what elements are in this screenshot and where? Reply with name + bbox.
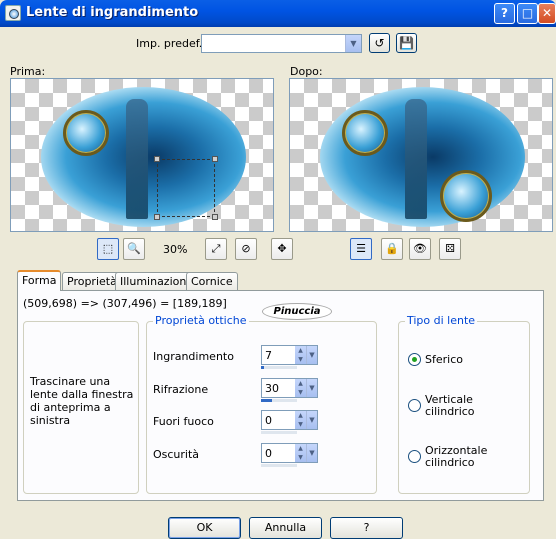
lens-type-group: Tipo di lente Sferico Verticale cilindri… [398, 314, 530, 494]
after-preview [289, 78, 553, 232]
spin-arrows-icon[interactable]: ▲ ▼ [295, 346, 306, 364]
before-preview-label: Prima: [10, 65, 46, 78]
reset-preset-icon[interactable]: ↺ [369, 33, 390, 53]
chevron-down-icon[interactable]: ▼ [306, 444, 317, 462]
selection-handle[interactable] [154, 214, 160, 220]
lens-list[interactable]: Trascinare una lente dalla finestra di a… [23, 321, 139, 494]
coordinates-readout: (509,698) => (307,496) = [189,189] [23, 297, 227, 310]
refraction-value: 30 [265, 382, 279, 395]
darkness-value: 0 [265, 447, 272, 460]
preset-select[interactable]: ▼ [201, 34, 362, 53]
preset-label: Imp. predef.: [136, 37, 206, 50]
statue-shape [405, 99, 427, 219]
zoom-in-icon[interactable]: 🔍 [123, 238, 145, 260]
eye-icon[interactable]: 👁 [409, 238, 431, 260]
tab-cornice[interactable]: Cornice [186, 272, 238, 290]
selection-handle[interactable] [212, 156, 218, 162]
blur-value: 0 [265, 414, 272, 427]
selection-handle[interactable] [212, 214, 218, 220]
magnification-field[interactable]: 7 ▲ ▼ ▼ [261, 345, 318, 365]
fit-window-icon[interactable]: ⤢ [205, 238, 227, 260]
spin-arrows-icon[interactable]: ▲ ▼ [295, 379, 306, 397]
magnification-value: 7 [265, 349, 272, 362]
chevron-down-icon[interactable]: ▼ [306, 346, 317, 364]
ok-button[interactable]: OK [168, 517, 241, 539]
maximize-icon[interactable]: □ [517, 3, 538, 24]
radio-horizontal-cylindrical-label[interactable]: Orizzontale cilindrico [425, 445, 525, 469]
cancel-button[interactable]: Annulla [249, 517, 322, 539]
chevron-down-icon[interactable]: ▼ [306, 411, 317, 429]
before-preview[interactable] [10, 78, 274, 232]
refraction-label: Rifrazione [153, 383, 209, 396]
selection-handle[interactable] [154, 156, 160, 162]
refraction-slider[interactable] [261, 399, 297, 402]
instruction-text: Trascinare una lente dalla finestra di a… [30, 375, 134, 427]
save-preset-icon[interactable]: 💾 [396, 33, 417, 53]
lens-circle [440, 170, 492, 222]
statue-shape [126, 99, 148, 219]
selection-box[interactable] [154, 156, 218, 220]
radio-horizontal-cylindrical[interactable] [408, 450, 421, 463]
optical-properties-group: Proprietà ottiche Ingrandimento 7 ▲ ▼ ▼ R… [146, 314, 377, 494]
spin-arrows-icon[interactable]: ▲ ▼ [295, 411, 306, 429]
move-icon[interactable]: ✥ [271, 238, 293, 260]
actual-size-icon[interactable]: ⊘ [235, 238, 257, 260]
chevron-down-icon[interactable]: ▼ [306, 379, 317, 397]
lens-circle[interactable] [63, 110, 109, 156]
window-title: Lente di ingrandimento [26, 5, 199, 20]
blur-label: Fuori fuoco [153, 415, 214, 428]
darkness-field[interactable]: 0 ▲ ▼ ▼ [261, 443, 318, 463]
magnification-slider[interactable] [261, 366, 297, 369]
darkness-slider[interactable] [261, 464, 297, 467]
chevron-down-icon[interactable]: ▼ [345, 35, 361, 52]
tab-proprieta[interactable]: Proprietà [62, 272, 122, 290]
help-button[interactable]: ? [330, 517, 403, 539]
radio-vertical-cylindrical[interactable] [408, 399, 421, 412]
signature-badge: Pinuccia [262, 303, 332, 320]
group-title: Proprietà ottiche [153, 314, 249, 327]
blur-slider[interactable] [261, 431, 297, 434]
close-icon[interactable]: ✕ [538, 3, 556, 24]
group-title: Tipo di lente [405, 314, 478, 327]
darkness-label: Oscurità [153, 448, 200, 461]
radio-spherical-label[interactable]: Sferico [425, 354, 525, 366]
app-icon [5, 5, 21, 21]
help-icon[interactable]: ? [494, 3, 515, 24]
blur-field[interactable]: 0 ▲ ▼ ▼ [261, 410, 318, 430]
zoom-rect-icon[interactable]: ⬚ [97, 238, 119, 260]
magnification-label: Ingrandimento [153, 350, 234, 363]
randomize-dice-icon[interactable]: ⚄ [439, 238, 461, 260]
tab-forma[interactable]: Forma [17, 270, 62, 291]
preview-toggle-icon[interactable]: ☰ [350, 238, 372, 260]
lens-circle [342, 110, 388, 156]
after-preview-label: Dopo: [290, 65, 323, 78]
title-bar[interactable]: Lente di ingrandimento ? □ ✕ [0, 0, 556, 27]
radio-vertical-cylindrical-label[interactable]: Verticale cilindrico [425, 394, 525, 418]
refraction-field[interactable]: 30 ▲ ▼ ▼ [261, 378, 318, 398]
lock-preview-icon[interactable]: 🔒 [381, 238, 403, 260]
spin-arrows-icon[interactable]: ▲ ▼ [295, 444, 306, 462]
radio-spherical[interactable] [408, 353, 421, 366]
zoom-level: 30% [163, 243, 188, 256]
